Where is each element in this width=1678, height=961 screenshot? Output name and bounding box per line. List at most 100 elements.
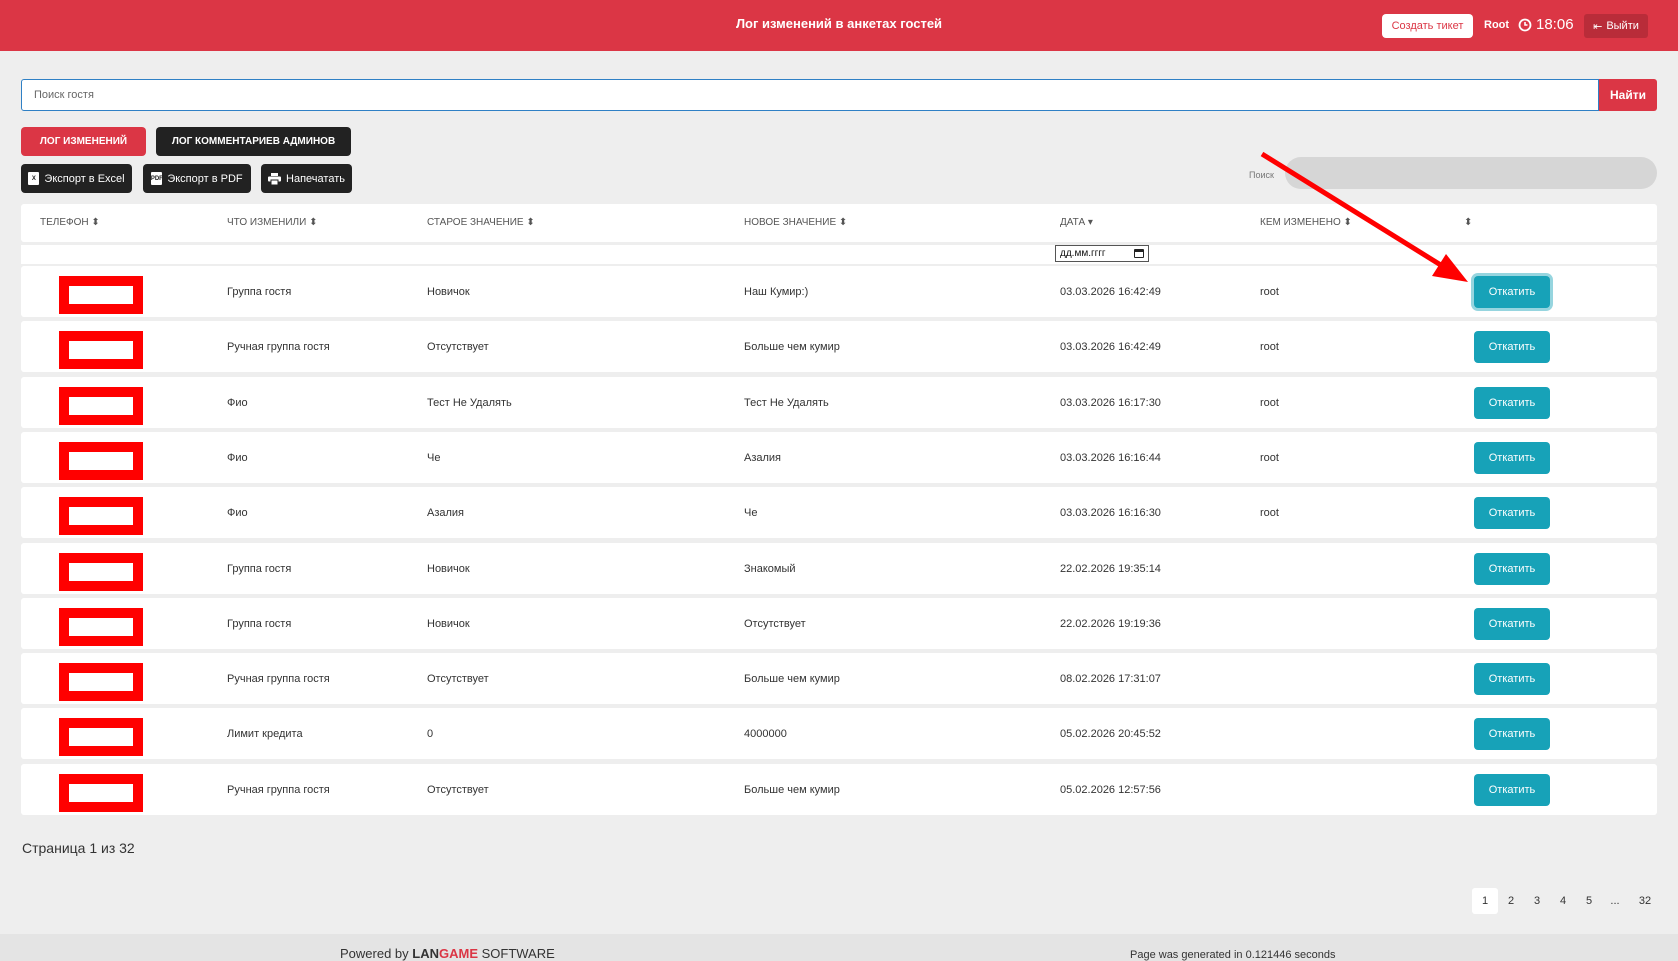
calendar-icon: [1134, 249, 1144, 258]
new-value: 4000000: [744, 728, 787, 741]
print-label: Напечатать: [286, 172, 345, 185]
table-filter-input[interactable]: [1285, 157, 1657, 189]
page-link[interactable]: 2: [1498, 888, 1524, 914]
new-value: Че: [744, 507, 758, 520]
sort-icon: ⬍: [309, 217, 318, 228]
table-row: Группа гостя Новичок Наш Кумир:) 03.03.2026…: [21, 266, 1657, 317]
changed-field: Фио: [227, 396, 248, 409]
column-field[interactable]: ЧТО ИЗМЕНИЛИ ⬍: [227, 217, 317, 228]
export-excel-button[interactable]: X Экспорт в Excel: [21, 164, 132, 193]
create-ticket-button[interactable]: Создать тикет: [1382, 14, 1473, 38]
guest-search: [21, 79, 1599, 111]
export-pdf-button[interactable]: PDF Экспорт в PDF: [143, 164, 251, 193]
change-date: 05.02.2026 12:57:56: [1060, 783, 1161, 796]
generation-time: Page was generated in 0.121446 seconds: [1130, 949, 1336, 961]
footer: [0, 934, 1678, 961]
table-header: ТЕЛЕФОН ⬍ ЧТО ИЗМЕНИЛИ ⬍ СТАРОЕ ЗНАЧЕНИЕ…: [21, 204, 1657, 242]
phone-redaction-box: [59, 552, 143, 591]
table-filter-label: Поиск: [1249, 170, 1274, 180]
page-link[interactable]: 32: [1632, 888, 1658, 914]
rollback-button[interactable]: Откатить: [1474, 552, 1550, 585]
langame-logo: LANGAME: [412, 946, 478, 961]
column-new-value[interactable]: НОВОЕ ЗНАЧЕНИЕ ⬍: [744, 217, 847, 228]
sort-icon: ⬍: [91, 217, 100, 228]
old-value: Новичок: [427, 286, 470, 298]
new-value: Азалия: [744, 451, 782, 464]
phone-redaction-box: [59, 607, 143, 646]
changed-by: root: [1260, 451, 1279, 464]
tab-admin-comments-log[interactable]: ЛОГ КОММЕНТАРИЕВ АДМИНОВ: [156, 127, 351, 156]
new-value: Больше чем кумир: [744, 673, 840, 686]
table-row: Фио Че Азалия 03.03.2026 16:16:44 root Откати…: [21, 431, 1657, 483]
changed-field: Фио: [227, 507, 248, 520]
logout-icon: ⇤: [1593, 20, 1603, 33]
table-row: Лимит кредита 0 4000000 05.02.2026 20:45:52…: [21, 708, 1657, 760]
page-link[interactable]: 5: [1576, 888, 1602, 914]
print-button[interactable]: Напечатать: [261, 164, 352, 193]
new-value: Отсутствует: [744, 617, 806, 630]
excel-icon: X: [28, 172, 40, 185]
logout-button[interactable]: ⇤ Выйти: [1584, 14, 1648, 38]
phone-redaction-box: [59, 773, 143, 812]
column-date[interactable]: ДАТА ▾: [1060, 217, 1093, 228]
change-date: 03.03.2026 16:16:30: [1060, 507, 1161, 520]
table-row: Группа гостя Новичок Знакомый 22.02.2026 19…: [21, 542, 1657, 594]
phone-redaction-box: [59, 718, 143, 757]
column-old-value[interactable]: СТАРОЕ ЗНАЧЕНИЕ ⬍: [427, 217, 535, 228]
sort-icon: ⬍: [838, 217, 848, 228]
phone-redaction-box: [59, 497, 143, 536]
sort-icon: ⬍: [526, 217, 535, 228]
rollback-button[interactable]: Откатить: [1474, 663, 1550, 696]
page-link[interactable]: 1: [1472, 888, 1498, 914]
new-value: Знакомый: [744, 562, 796, 575]
column-changed-by[interactable]: КЕМ ИЗМЕНЕНО ⬍: [1260, 217, 1352, 228]
phone-redaction-box: [59, 441, 143, 480]
column-phone[interactable]: ТЕЛЕФОН ⬍: [40, 217, 100, 228]
change-date: 03.03.2026 16:42:49: [1060, 286, 1161, 298]
table-row: Ручная группа гостя Отсутствует Больше чем…: [21, 653, 1657, 705]
old-value: Отсутствует: [427, 341, 489, 354]
tab-change-log[interactable]: ЛОГ ИЗМЕНЕНИЙ: [21, 127, 146, 156]
old-value: Азалия: [427, 507, 465, 520]
page-link[interactable]: 4: [1550, 888, 1576, 914]
change-date: 22.02.2026 19:19:36: [1060, 617, 1161, 630]
rollback-button[interactable]: Откатить: [1474, 331, 1550, 364]
change-date: 03.03.2026 16:16:44: [1060, 451, 1161, 464]
column-actions[interactable]: ⬍: [1464, 217, 1472, 228]
changed-by: root: [1260, 396, 1279, 409]
rollback-button[interactable]: Откатить: [1474, 441, 1550, 474]
phone-redaction-box: [59, 663, 143, 702]
table-row: Фио Азалия Че 03.03.2026 16:16:30 root Откати…: [21, 487, 1657, 539]
sort-desc-icon: ▾: [1087, 217, 1093, 228]
old-value: Новичок: [427, 562, 470, 575]
rollback-button[interactable]: Откатить: [1474, 386, 1550, 419]
rollback-button[interactable]: Откатить: [1474, 773, 1550, 806]
rollback-button[interactable]: Откатить: [1474, 276, 1550, 308]
changed-field: Ручная группа гостя: [227, 341, 330, 354]
rollback-button[interactable]: Откатить: [1474, 607, 1550, 640]
rollback-button[interactable]: Откатить: [1474, 497, 1550, 530]
table-row: Фио Тест Не Удалять Тест Не Удалять 03.03.2…: [21, 376, 1657, 428]
clock: 18:06: [1518, 16, 1574, 33]
sort-icon: ⬍: [1464, 217, 1473, 228]
changed-field: Группа гостя: [227, 562, 292, 575]
old-value: Отсутствует: [427, 783, 489, 796]
guest-search-input[interactable]: [22, 80, 1598, 110]
page-ellipsis: ...: [1610, 895, 1620, 907]
find-button[interactable]: Найти: [1599, 79, 1657, 111]
rollback-button[interactable]: Откатить: [1474, 718, 1550, 751]
phone-redaction-box: [59, 331, 143, 370]
change-date: 03.03.2026 16:42:49: [1060, 341, 1161, 354]
changed-field: Ручная группа гостя: [227, 673, 330, 686]
table-row: Группа гостя Новичок Отсутствует 22.02.2026…: [21, 597, 1657, 649]
phone-redaction-box: [59, 276, 143, 314]
date-filter-input[interactable]: дд.мм.гггг: [1055, 245, 1149, 262]
change-date: 03.03.2026 16:17:30: [1060, 396, 1161, 409]
new-value: Наш Кумир:): [744, 286, 809, 298]
powered-by: Powered by LANGAME SOFTWARE: [340, 946, 555, 961]
old-value: Отсутствует: [427, 673, 489, 686]
changed-field: Группа гостя: [227, 286, 292, 298]
old-value: Тест Не Удалять: [427, 396, 512, 409]
page-link[interactable]: 3: [1524, 888, 1550, 914]
changed-by: root: [1260, 341, 1279, 354]
